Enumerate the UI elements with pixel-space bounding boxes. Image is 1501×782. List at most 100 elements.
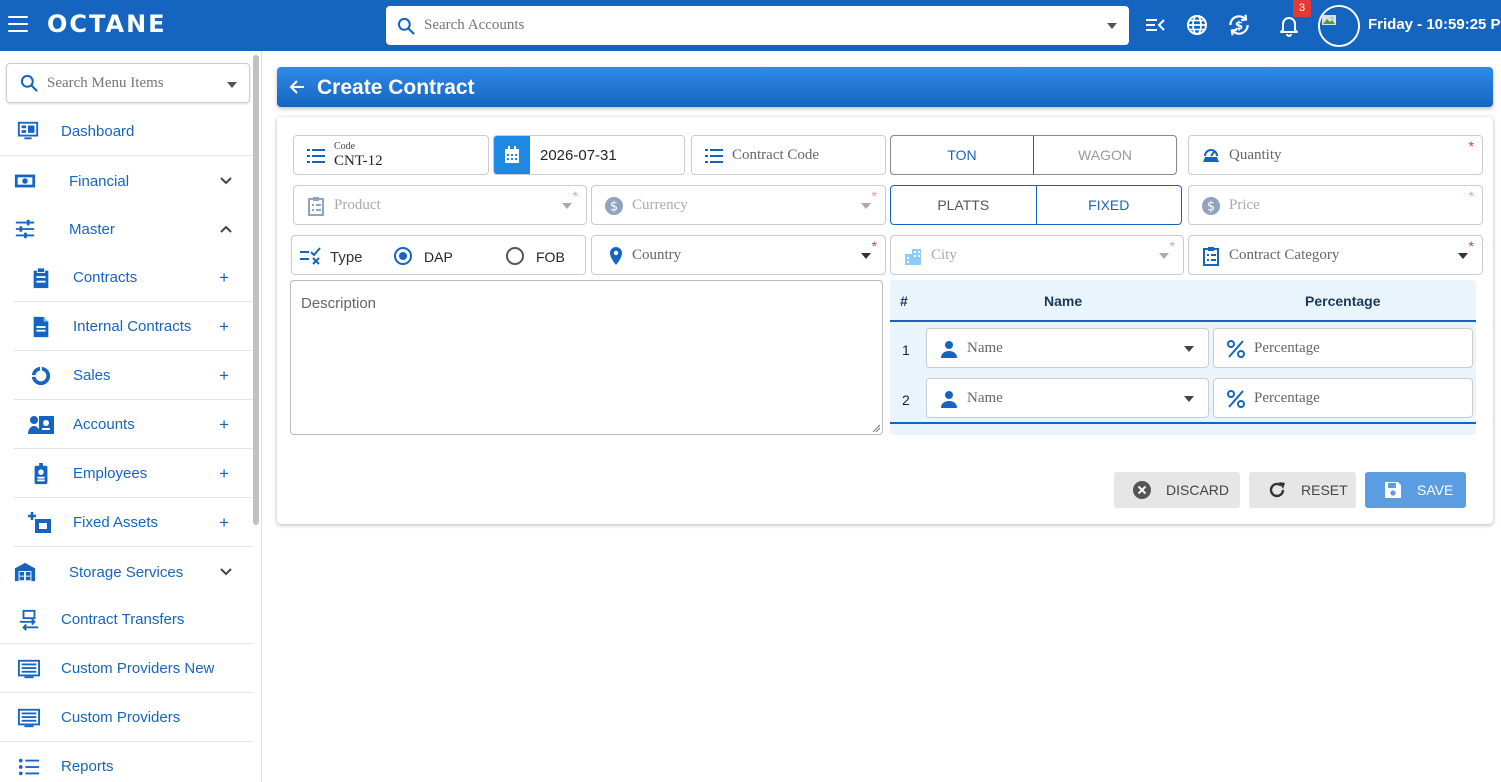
chevron-down-icon[interactable] xyxy=(1458,253,1468,259)
hamburger-menu-icon[interactable] xyxy=(8,16,28,34)
product-select[interactable]: Product * xyxy=(293,185,587,225)
required-mark: * xyxy=(1468,238,1474,254)
sidebar-item-label: Accounts xyxy=(73,416,135,433)
clipboard-icon xyxy=(33,267,49,289)
save-button[interactable]: SAVE xyxy=(1365,472,1466,508)
unit-option-wagon[interactable]: WAGON xyxy=(1034,136,1176,174)
sidebar-item-storage-services[interactable]: Storage Services xyxy=(0,548,253,596)
chevron-down-icon[interactable] xyxy=(219,565,233,579)
discard-button[interactable]: DISCARD xyxy=(1114,472,1240,508)
row-name-select[interactable]: Name xyxy=(926,378,1209,418)
city-buildings-icon xyxy=(905,249,921,265)
code-label: Code xyxy=(334,141,356,152)
unit-toggle[interactable]: TON WAGON xyxy=(890,135,1177,175)
save-button-label: SAVE xyxy=(1417,482,1454,498)
chevron-down-icon[interactable] xyxy=(227,82,237,88)
percentage-placeholder: Percentage xyxy=(1254,340,1320,356)
sidebar-item-label: Financial xyxy=(69,172,130,190)
column-header-percentage: Percentage xyxy=(1305,293,1381,309)
expand-plus-icon[interactable]: + xyxy=(219,513,229,533)
table-header-divider xyxy=(890,320,1476,322)
calendar-button[interactable] xyxy=(494,136,530,174)
column-header-name: Name xyxy=(1044,293,1083,309)
user-photo-icon xyxy=(1320,7,1358,45)
reset-button[interactable]: RESET xyxy=(1249,472,1356,508)
search-icon xyxy=(397,17,415,35)
currency-select[interactable]: $ Currency * xyxy=(591,185,886,225)
currency-sync-icon[interactable]: $ xyxy=(1226,12,1252,38)
account-search[interactable] xyxy=(386,6,1129,45)
sidebar-item-dashboard[interactable]: Dashboard xyxy=(0,108,253,156)
sidebar-item-custom-providers[interactable]: Custom Providers xyxy=(0,694,253,742)
resize-handle-icon[interactable] xyxy=(872,424,880,432)
chevron-down-icon[interactable] xyxy=(1159,253,1169,259)
radio-fob[interactable] xyxy=(506,247,524,265)
expand-plus-icon[interactable]: + xyxy=(219,464,229,484)
chevron-down-icon[interactable] xyxy=(219,174,233,188)
date-field[interactable]: 2026-07-31 xyxy=(493,135,685,175)
sidebar-item-reports[interactable]: Reports xyxy=(0,743,253,782)
expand-plus-icon[interactable]: + xyxy=(219,317,229,337)
sidebar-item-sales[interactable]: Sales + xyxy=(14,352,253,400)
expand-plus-icon[interactable]: + xyxy=(219,415,229,435)
menu-search-input[interactable] xyxy=(47,74,217,92)
person-icon xyxy=(941,391,957,408)
menu-search[interactable] xyxy=(6,63,250,103)
row-number: 1 xyxy=(902,342,910,358)
sidebar-item-internal-contracts[interactable]: Internal Contracts + xyxy=(14,303,253,351)
sidebar-item-financial[interactable]: Financial xyxy=(0,157,253,205)
description-placeholder: Description xyxy=(301,295,377,312)
search-icon xyxy=(20,74,38,92)
sidebar-item-contract-transfers[interactable]: Contract Transfers xyxy=(0,596,253,644)
price-field[interactable]: $ Price * xyxy=(1188,185,1483,225)
country-select[interactable]: Country * xyxy=(591,235,886,275)
account-search-input[interactable] xyxy=(424,17,1084,34)
sidebar-item-fixed-assets[interactable]: Fixed Assets + xyxy=(14,499,253,547)
sidebar-item-employees[interactable]: Employees + xyxy=(14,450,253,498)
city-select[interactable]: City * xyxy=(890,235,1184,275)
page-title: Create Contract xyxy=(317,76,475,99)
clipboard-list-icon xyxy=(1203,247,1219,266)
chevron-up-icon[interactable] xyxy=(219,222,233,236)
required-mark: * xyxy=(1169,238,1175,254)
radio-dap-label: DAP xyxy=(424,249,453,265)
close-circle-icon xyxy=(1133,481,1151,499)
price-type-toggle[interactable]: PLATTS FIXED xyxy=(890,185,1182,225)
sidebar-item-master[interactable]: Master xyxy=(0,205,253,253)
radio-dap[interactable] xyxy=(394,247,412,265)
chevron-down-icon[interactable] xyxy=(562,203,572,209)
chevron-down-icon[interactable] xyxy=(1184,346,1194,352)
row-name-select[interactable]: Name xyxy=(926,328,1209,368)
expand-plus-icon[interactable]: + xyxy=(219,268,229,288)
sidebar-item-accounts[interactable]: Accounts + xyxy=(14,401,253,449)
list-numbered-icon xyxy=(705,149,723,163)
required-mark: * xyxy=(871,238,877,254)
quantity-field[interactable]: Quantity * xyxy=(1188,135,1483,175)
chevron-down-icon[interactable] xyxy=(1107,23,1117,29)
collapse-menu-icon[interactable] xyxy=(1143,13,1167,37)
contract-category-select[interactable]: Contract Category * xyxy=(1188,235,1483,275)
price-option-platts[interactable]: PLATTS xyxy=(891,186,1037,224)
row-percentage-field[interactable]: Percentage xyxy=(1213,328,1473,368)
price-option-fixed[interactable]: FIXED xyxy=(1037,186,1182,224)
avatar[interactable] xyxy=(1318,5,1360,47)
sidebar-item-contracts[interactable]: Contracts + xyxy=(14,254,253,302)
chevron-down-icon[interactable] xyxy=(861,253,871,259)
chevron-down-icon[interactable] xyxy=(1184,396,1194,402)
arrow-left-icon[interactable] xyxy=(289,79,305,95)
contract-code-field[interactable]: Contract Code xyxy=(691,135,886,175)
code-field[interactable]: Code CNT-12 xyxy=(293,135,489,175)
product-placeholder: Product xyxy=(334,197,381,213)
add-asset-icon xyxy=(28,512,51,533)
expand-plus-icon[interactable]: + xyxy=(219,366,229,386)
chevron-down-icon[interactable] xyxy=(861,203,871,209)
row-percentage-field[interactable]: Percentage xyxy=(1213,378,1473,418)
sidebar-item-custom-providers-new[interactable]: Custom Providers New xyxy=(0,645,253,693)
calendar-icon xyxy=(505,146,519,163)
unit-option-ton[interactable]: TON xyxy=(891,136,1034,174)
globe-icon[interactable] xyxy=(1185,13,1209,37)
description-textarea[interactable]: Description xyxy=(290,280,883,435)
sidebar-scrollbar[interactable] xyxy=(253,55,259,525)
sidebar-item-label: Contract Transfers xyxy=(61,611,185,628)
table-footer-divider xyxy=(890,422,1476,424)
